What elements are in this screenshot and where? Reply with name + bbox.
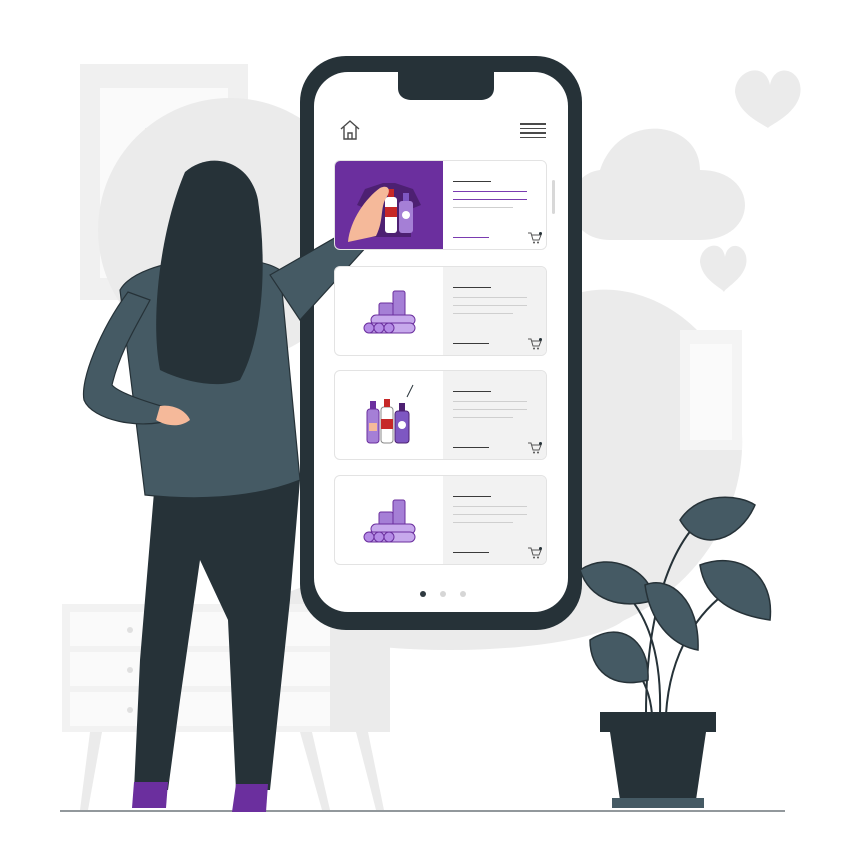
page-dot-1[interactable] bbox=[420, 591, 426, 597]
hamburger-menu-icon bbox=[520, 123, 546, 138]
page-dot-3[interactable] bbox=[460, 591, 466, 597]
cart-icon bbox=[528, 338, 542, 350]
product-info bbox=[443, 371, 546, 459]
product-info bbox=[443, 161, 546, 249]
home-button[interactable] bbox=[338, 118, 362, 142]
scrollbar[interactable] bbox=[552, 160, 556, 584]
cart-icon bbox=[528, 232, 542, 244]
product-thumbnail bbox=[335, 371, 443, 459]
add-to-cart-button[interactable] bbox=[528, 337, 542, 350]
phone-screen bbox=[316, 74, 570, 614]
product-info bbox=[443, 267, 546, 355]
scrollbar-thumb[interactable] bbox=[552, 180, 555, 214]
product-info bbox=[443, 476, 546, 564]
product-thumbnail bbox=[335, 476, 443, 564]
add-to-cart-button[interactable] bbox=[528, 231, 542, 244]
cylinder-stack-icon bbox=[363, 290, 416, 334]
product-card[interactable] bbox=[334, 370, 547, 460]
add-to-cart-button[interactable] bbox=[528, 441, 542, 454]
page-dot-2[interactable] bbox=[440, 591, 446, 597]
product-card[interactable] bbox=[334, 266, 547, 356]
cart-icon bbox=[528, 547, 542, 559]
home-icon bbox=[340, 120, 360, 140]
pagination-dots bbox=[316, 584, 570, 597]
cart-icon bbox=[528, 442, 542, 454]
product-thumbnail bbox=[335, 267, 443, 355]
app-top-bar bbox=[316, 114, 570, 144]
menu-button[interactable] bbox=[520, 120, 546, 140]
pointing-hand bbox=[348, 186, 389, 242]
product-card[interactable] bbox=[334, 475, 547, 565]
dresser bbox=[62, 604, 390, 810]
cylinder-stack-icon bbox=[363, 499, 416, 543]
three-bottles-icon bbox=[366, 384, 414, 444]
add-to-cart-button[interactable] bbox=[528, 546, 542, 559]
